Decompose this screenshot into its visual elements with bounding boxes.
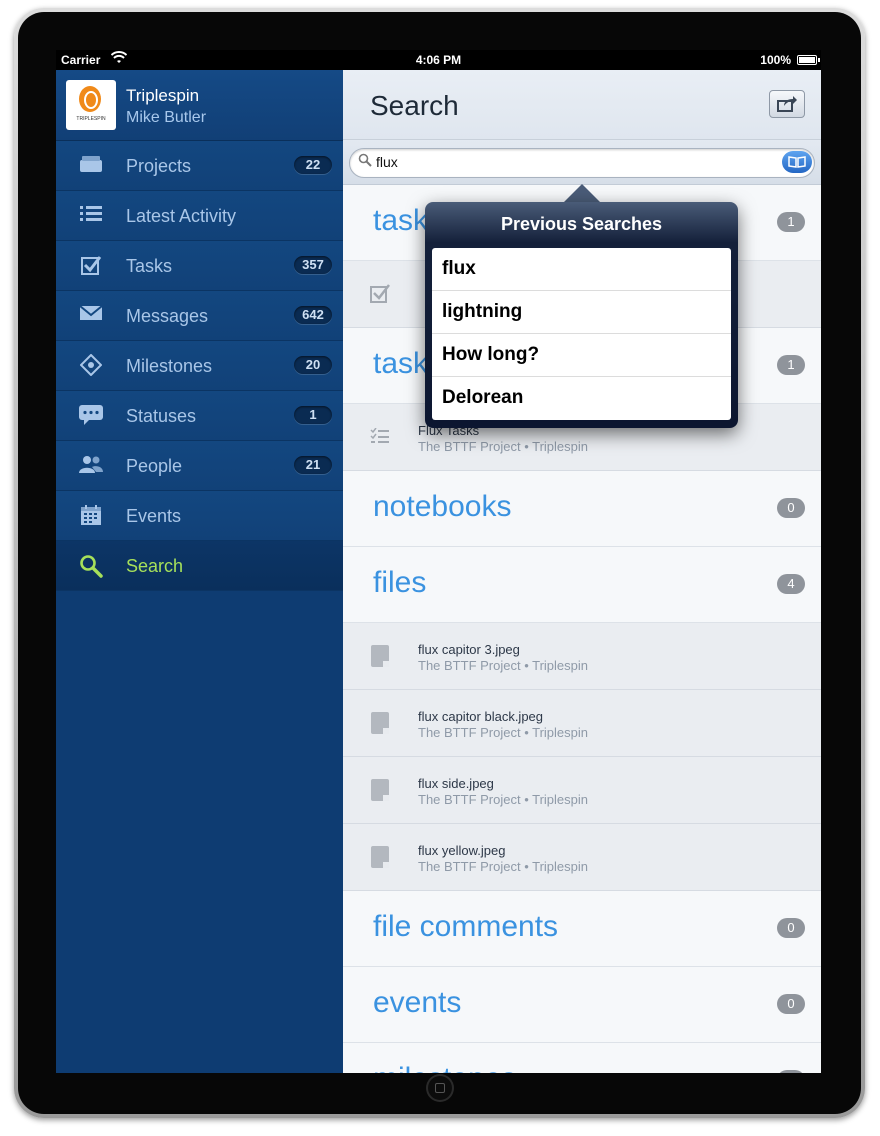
calendar-icon: [78, 504, 104, 528]
result-name: flux side.jpeg: [418, 776, 494, 791]
count-badge: 0: [777, 498, 805, 518]
page-title: Search: [370, 90, 459, 121]
battery-percent: 100%: [760, 53, 791, 67]
list-icon: [78, 204, 104, 228]
bookmarks-icon[interactable]: [782, 151, 812, 173]
count-badge: 642: [294, 306, 332, 324]
sidebar-item-tasks[interactable]: Tasks 357: [56, 241, 343, 291]
result-row[interactable]: flux side.jpeg The BTTF Project • Triple…: [343, 757, 821, 824]
speech-bubble-icon: [78, 404, 104, 428]
result-meta: The BTTF Project • Triplespin: [418, 792, 588, 807]
sidebar-item-label: Events: [126, 506, 182, 526]
section-header-milestones[interactable]: milestones 0: [343, 1043, 821, 1073]
previous-search-item[interactable]: flux: [432, 248, 731, 291]
account-header[interactable]: TRIPLESPIN Triplespin Mike Butler: [56, 70, 343, 141]
popover-title: Previous Searches: [500, 214, 663, 234]
search-input[interactable]: [376, 152, 766, 172]
count-badge: 357: [294, 256, 332, 274]
count-badge: 0: [777, 1070, 805, 1073]
count-badge: 1: [777, 212, 805, 232]
sidebar: TRIPLESPIN Triplespin Mike Butler Projec…: [56, 70, 343, 1073]
count-badge: 4: [777, 574, 805, 594]
company-name: Triplespin: [126, 86, 200, 105]
share-button[interactable]: [769, 90, 805, 118]
result-meta: The BTTF Project • Triplespin: [418, 439, 588, 454]
home-button[interactable]: [426, 1074, 454, 1102]
previous-searches-popover: Previous Searches flux lightning How lon…: [425, 202, 738, 428]
file-icon: [371, 779, 389, 801]
sidebar-item-label: Projects: [126, 156, 192, 176]
section-header-events[interactable]: events 0: [343, 967, 821, 1043]
sidebar-item-label: Tasks: [126, 256, 173, 276]
count-badge: 0: [777, 994, 805, 1014]
checkbox-icon: [370, 283, 390, 307]
checkbox-icon: [78, 254, 104, 278]
section-header-file-comments[interactable]: file comments 0: [343, 891, 821, 967]
sidebar-item-label: Statuses: [126, 406, 197, 426]
sidebar-item-people[interactable]: People 21: [56, 441, 343, 491]
previous-search-item[interactable]: lightning: [432, 291, 731, 334]
result-name: flux capitor black.jpeg: [418, 709, 544, 724]
section-title: events: [373, 986, 462, 1019]
screen: Carrier 4:06 PM 100% TRIPLESPIN Triplesp…: [56, 50, 821, 1073]
sidebar-item-label: Milestones: [126, 356, 213, 376]
battery-icon: [797, 55, 820, 65]
magnifier-icon: [358, 153, 372, 170]
sidebar-item-search[interactable]: Search: [56, 541, 343, 591]
count-badge: 1: [294, 406, 332, 424]
previous-search-item[interactable]: Delorean: [432, 377, 731, 420]
milestone-icon: [78, 353, 104, 378]
result-meta: The BTTF Project • Triplespin: [418, 725, 588, 740]
company-logo: TRIPLESPIN: [66, 80, 116, 130]
sidebar-item-latest-activity[interactable]: Latest Activity: [56, 191, 343, 241]
section-header-files[interactable]: files 4: [343, 547, 821, 623]
count-badge: 21: [294, 456, 332, 474]
count-badge: 20: [294, 356, 332, 374]
main-header: Search: [343, 70, 821, 140]
sidebar-item-milestones[interactable]: Milestones 20: [56, 341, 343, 391]
result-meta: The BTTF Project • Triplespin: [418, 859, 588, 874]
previous-search-item[interactable]: How long?: [432, 334, 731, 377]
result-row[interactable]: flux capitor 3.jpeg The BTTF Project • T…: [343, 623, 821, 690]
clock: 4:06 PM: [415, 53, 462, 67]
section-title: files: [373, 566, 427, 599]
status-bar: Carrier 4:06 PM 100%: [56, 50, 821, 70]
people-icon: [78, 454, 104, 478]
user-name: Mike Butler: [126, 109, 207, 126]
result-meta: The BTTF Project • Triplespin: [418, 658, 588, 673]
popover-arrow: [564, 184, 600, 202]
section-title: file comments: [373, 910, 559, 943]
sidebar-item-events[interactable]: Events: [56, 491, 343, 541]
file-icon: [371, 712, 389, 734]
file-icon: [371, 846, 389, 868]
projects-icon: [78, 154, 104, 178]
sidebar-item-statuses[interactable]: Statuses 1: [56, 391, 343, 441]
sidebar-item-projects[interactable]: Projects 22: [56, 141, 343, 191]
sidebar-item-label: Search: [126, 556, 184, 576]
logo-text: TRIPLESPIN: [76, 116, 106, 122]
search-field[interactable]: [349, 148, 815, 178]
sidebar-item-messages[interactable]: Messages 642: [56, 291, 343, 341]
section-title: milestones: [373, 1062, 516, 1073]
envelope-icon: [78, 304, 104, 328]
logo-ring-icon: [79, 86, 101, 112]
search-bar: [343, 140, 821, 185]
search-icon: [78, 554, 104, 578]
result-name: flux yellow.jpeg: [418, 843, 506, 858]
result-name: flux capitor 3.jpeg: [418, 642, 520, 657]
count-badge: 0: [777, 918, 805, 938]
count-badge: 1: [777, 355, 805, 375]
section-title: notebooks: [373, 490, 512, 523]
previous-searches-list: flux lightning How long? Delorean: [432, 248, 731, 420]
result-row[interactable]: flux yellow.jpeg The BTTF Project • Trip…: [343, 824, 821, 891]
list-icon: [370, 426, 390, 450]
sidebar-item-label: Messages: [126, 306, 209, 326]
sidebar-item-label: People: [126, 456, 183, 476]
sidebar-item-label: Latest Activity: [126, 206, 237, 226]
section-header-notebooks[interactable]: notebooks 0: [343, 471, 821, 547]
file-icon: [371, 645, 389, 667]
count-badge: 22: [294, 156, 332, 174]
result-row[interactable]: flux capitor black.jpeg The BTTF Project…: [343, 690, 821, 757]
